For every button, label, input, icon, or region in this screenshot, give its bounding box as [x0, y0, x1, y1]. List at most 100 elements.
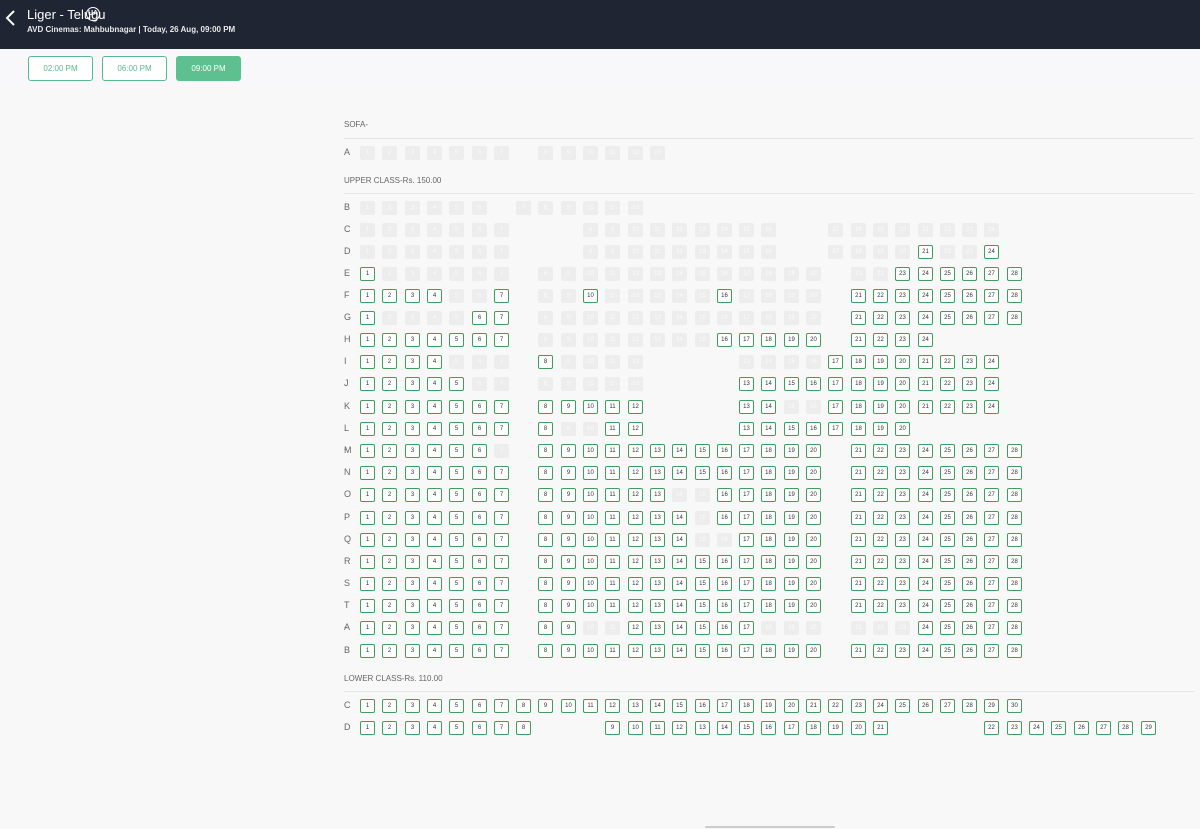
seat-available[interactable]: 18	[851, 377, 866, 391]
seat-available[interactable]: 16	[717, 555, 732, 569]
seat-available[interactable]: 4	[427, 533, 442, 547]
seat-available[interactable]: 10	[583, 599, 598, 613]
seat-available[interactable]: 20	[895, 377, 910, 391]
seat-available[interactable]: 27	[984, 289, 999, 303]
seat-available[interactable]: 27	[940, 699, 955, 713]
seat-available[interactable]: 1	[360, 444, 375, 458]
seat-available[interactable]: 17	[739, 644, 754, 658]
seat-available[interactable]: 1	[360, 533, 375, 547]
seat-available[interactable]: 7	[494, 311, 509, 325]
showtime-button[interactable]: 06:00 PM	[102, 56, 167, 81]
seat-available[interactable]: 8	[538, 466, 553, 480]
seat-available[interactable]: 4	[427, 466, 442, 480]
seat-available[interactable]: 28	[1007, 577, 1022, 591]
seat-available[interactable]: 17	[717, 699, 732, 713]
seat-available[interactable]: 26	[962, 289, 977, 303]
seat-available[interactable]: 21	[806, 699, 821, 713]
seat-available[interactable]: 27	[984, 555, 999, 569]
seat-available[interactable]: 23	[1007, 721, 1022, 735]
seat-available[interactable]: 13	[739, 422, 754, 436]
seat-available[interactable]: 14	[672, 577, 687, 591]
seat-available[interactable]: 28	[1007, 289, 1022, 303]
seat-available[interactable]: 21	[851, 289, 866, 303]
seat-available[interactable]: 26	[962, 444, 977, 458]
seat-available[interactable]: 9	[561, 444, 576, 458]
seat-available[interactable]: 22	[873, 555, 888, 569]
seat-available[interactable]: 11	[605, 400, 620, 414]
seat-available[interactable]: 7	[494, 533, 509, 547]
seat-available[interactable]: 15	[695, 555, 710, 569]
seat-available[interactable]: 9	[561, 511, 576, 525]
seat-available[interactable]: 12	[628, 466, 643, 480]
seat-available[interactable]: 26	[962, 533, 977, 547]
seat-available[interactable]: 1	[360, 422, 375, 436]
seat-available[interactable]: 5	[449, 721, 464, 735]
seat-available[interactable]: 5	[449, 555, 464, 569]
seat-available[interactable]: 5	[449, 599, 464, 613]
seat-available[interactable]: 5	[449, 400, 464, 414]
seat-available[interactable]: 1	[360, 289, 375, 303]
seat-available[interactable]: 6	[472, 577, 487, 591]
seat-available[interactable]: 11	[605, 644, 620, 658]
seat-available[interactable]: 28	[1007, 466, 1022, 480]
seat-available[interactable]: 3	[405, 422, 420, 436]
seat-available[interactable]: 2	[382, 699, 397, 713]
seat-available[interactable]: 5	[449, 422, 464, 436]
seat-available[interactable]: 14	[672, 555, 687, 569]
seat-available[interactable]: 24	[873, 699, 888, 713]
seat-available[interactable]: 22	[873, 444, 888, 458]
seat-available[interactable]: 13	[650, 577, 665, 591]
seat-available[interactable]: 20	[806, 444, 821, 458]
seat-available[interactable]: 8	[538, 555, 553, 569]
seat-available[interactable]: 17	[739, 599, 754, 613]
seat-available[interactable]: 24	[984, 400, 999, 414]
seat-available[interactable]: 5	[449, 488, 464, 502]
seat-available[interactable]: 3	[405, 466, 420, 480]
seat-available[interactable]: 14	[761, 400, 776, 414]
seat-available[interactable]: 25	[940, 599, 955, 613]
seat-available[interactable]: 26	[962, 311, 977, 325]
seat-available[interactable]: 20	[784, 699, 799, 713]
seat-available[interactable]: 3	[405, 577, 420, 591]
seat-available[interactable]: 19	[784, 599, 799, 613]
seat-available[interactable]: 19	[761, 699, 776, 713]
seat-available[interactable]: 19	[784, 555, 799, 569]
seat-available[interactable]: 18	[761, 577, 776, 591]
seat-available[interactable]: 24	[918, 511, 933, 525]
seat-available[interactable]: 15	[739, 721, 754, 735]
seat-available[interactable]: 25	[940, 444, 955, 458]
seat-available[interactable]: 22	[873, 577, 888, 591]
seat-available[interactable]: 16	[717, 599, 732, 613]
seat-available[interactable]: 6	[472, 599, 487, 613]
seat-available[interactable]: 8	[538, 400, 553, 414]
seat-available[interactable]: 18	[739, 699, 754, 713]
seat-available[interactable]: 4	[427, 555, 442, 569]
seat-available[interactable]: 24	[918, 311, 933, 325]
seat-available[interactable]: 27	[984, 621, 999, 635]
seat-available[interactable]: 13	[695, 721, 710, 735]
seat-available[interactable]: 7	[494, 400, 509, 414]
seat-available[interactable]: 22	[940, 377, 955, 391]
seat-available[interactable]: 6	[472, 333, 487, 347]
seat-available[interactable]: 5	[449, 333, 464, 347]
seat-available[interactable]: 10	[583, 466, 598, 480]
seat-available[interactable]: 2	[382, 577, 397, 591]
seat-available[interactable]: 24	[1029, 721, 1044, 735]
seat-available[interactable]: 26	[962, 511, 977, 525]
seat-available[interactable]: 2	[382, 533, 397, 547]
seat-available[interactable]: 13	[650, 599, 665, 613]
seat-available[interactable]: 3	[405, 289, 420, 303]
seat-available[interactable]: 12	[628, 488, 643, 502]
seat-available[interactable]: 4	[427, 621, 442, 635]
seat-available[interactable]: 17	[739, 621, 754, 635]
seat-available[interactable]: 15	[695, 599, 710, 613]
seat-available[interactable]: 12	[672, 721, 687, 735]
seat-available[interactable]: 28	[1007, 599, 1022, 613]
seat-available[interactable]: 4	[427, 333, 442, 347]
seat-available[interactable]: 4	[427, 644, 442, 658]
seat-available[interactable]: 2	[382, 355, 397, 369]
seat-available[interactable]: 23	[895, 311, 910, 325]
seat-available[interactable]: 25	[940, 488, 955, 502]
seat-available[interactable]: 13	[650, 466, 665, 480]
seat-available[interactable]: 19	[784, 488, 799, 502]
